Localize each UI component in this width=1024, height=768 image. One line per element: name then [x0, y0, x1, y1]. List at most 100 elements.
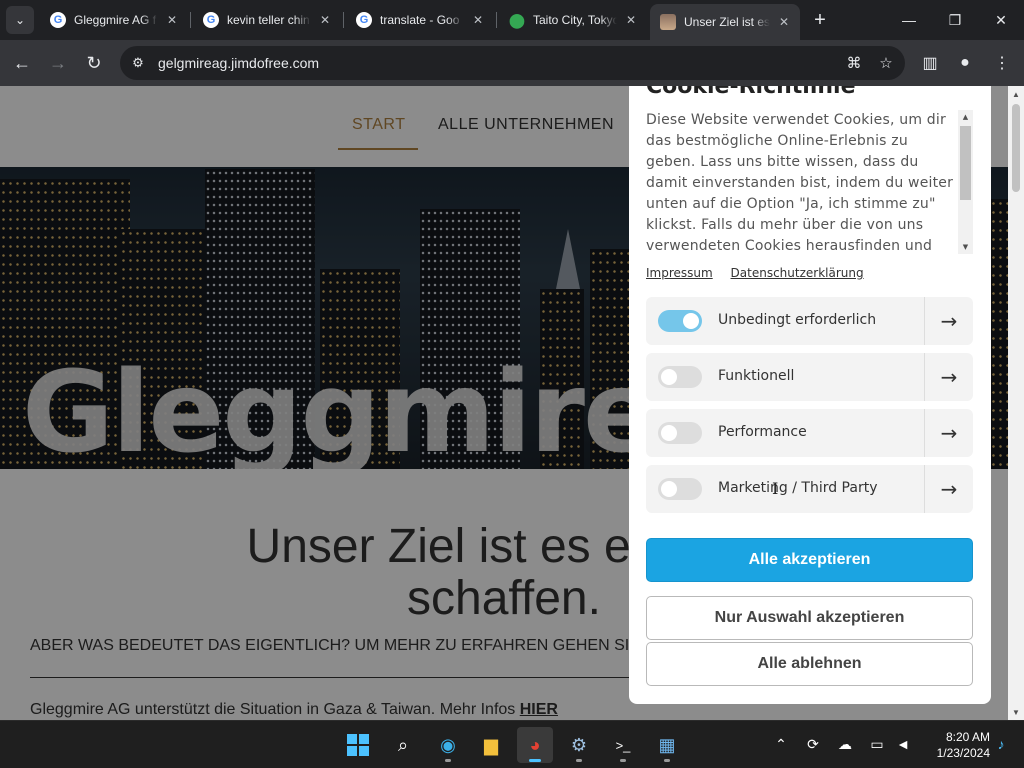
show-hidden-icons-button[interactable]: ⌃ — [770, 733, 792, 755]
browser-tab-3[interactable]: G translate - Goo ✕ — [346, 4, 494, 36]
cookie-text-box[interactable]: Diese Website verwendet Cookies, um dir … — [646, 110, 956, 254]
browser-tab-5-active[interactable]: Unser Ziel ist es ✕ — [650, 4, 800, 40]
settings-app[interactable]: ⚙ — [561, 727, 597, 763]
forward-button[interactable]: → — [44, 49, 72, 77]
browser-tab-1[interactable]: G Gleggmire AG f ✕ — [40, 4, 188, 36]
search-button[interactable]: ⌕ — [385, 727, 421, 763]
new-tab-button[interactable]: + — [808, 8, 832, 32]
restore-button[interactable]: ❐ — [932, 0, 978, 40]
translate-button[interactable]: ⌘ — [841, 50, 867, 76]
close-icon[interactable]: ✕ — [776, 14, 792, 30]
necessary-toggle[interactable] — [658, 310, 702, 332]
accept-selection-button[interactable]: Nur Auswahl akzeptieren — [646, 596, 973, 640]
start-button[interactable] — [340, 727, 376, 763]
address-bar[interactable]: ⚙ gelgmireag.jimdofree.com ⌘ ☆ — [120, 46, 905, 80]
app-running-indicator — [664, 759, 670, 762]
privacy-link[interactable]: Datenschutzerklärung — [731, 266, 864, 280]
category-details-button[interactable]: → — [924, 297, 973, 345]
minimize-icon: — — [902, 12, 916, 28]
chevron-down-icon: ⌄ — [14, 13, 26, 27]
google-icon: G — [50, 12, 66, 28]
volume-muted-icon: ◄ — [896, 736, 910, 752]
close-icon[interactable]: ✕ — [623, 12, 639, 28]
notification-bell-icon[interactable]: ♪ — [990, 733, 1012, 755]
close-icon[interactable]: ✕ — [164, 12, 180, 28]
scrollbar-thumb[interactable] — [960, 126, 971, 200]
chevron-up-icon: ⌃ — [775, 735, 787, 752]
browser-tab-4[interactable]: ⬤ Taito City, Tokyo ✕ — [499, 4, 647, 36]
translate-icon: ⌘ — [846, 55, 862, 72]
star-icon: ☆ — [879, 55, 893, 72]
back-button[interactable]: ← — [8, 49, 36, 77]
page-scrollbar[interactable]: ▲ ▼ — [1008, 86, 1024, 720]
arrow-left-icon: ← — [13, 52, 31, 73]
calculator-app[interactable]: ▦ — [649, 727, 685, 763]
site-photo-icon — [660, 14, 676, 30]
person-icon: ● — [960, 54, 970, 71]
url-text[interactable]: gelgmireag.jimdofree.com — [158, 55, 841, 71]
clock-date: 1/23/2024 — [936, 746, 990, 760]
reject-all-button[interactable]: Alle ablehnen — [646, 642, 973, 686]
folder-icon: ▆ — [484, 734, 498, 755]
search-icon: ⌕ — [397, 734, 409, 755]
minimize-button[interactable]: — — [886, 0, 932, 40]
scroll-up-icon[interactable]: ▲ — [958, 110, 973, 124]
scroll-up-icon[interactable]: ▲ — [1008, 86, 1024, 102]
scroll-down-icon[interactable]: ▼ — [1008, 704, 1024, 720]
profile-button[interactable]: ● — [953, 51, 977, 75]
arrow-right-icon: → — [940, 421, 958, 445]
reload-icon: ↻ — [86, 52, 102, 73]
terminal-app[interactable]: >_ — [605, 727, 641, 763]
category-label: Performance — [718, 424, 807, 440]
plus-icon: + — [814, 8, 826, 31]
close-icon[interactable]: ✕ — [470, 12, 486, 28]
close-icon: ✕ — [995, 11, 1007, 28]
edge-app[interactable]: ◉ — [430, 727, 466, 763]
tab-search-button[interactable]: ⌄ — [6, 6, 34, 34]
terminal-icon: >_ — [615, 737, 631, 753]
close-icon[interactable]: ✕ — [317, 12, 333, 28]
category-details-button[interactable]: → — [924, 409, 973, 457]
scrollbar-thumb[interactable] — [1012, 104, 1020, 192]
site-info-button[interactable]: ⚙ — [126, 51, 150, 75]
tune-icon: ⚙ — [132, 55, 144, 70]
marketing-toggle[interactable] — [658, 478, 702, 500]
arrow-right-icon: → — [940, 365, 958, 389]
system-clock[interactable]: 8:20 AM 1/23/2024 — [918, 729, 990, 761]
cookie-links: Impressum Datenschutzerklärung — [646, 266, 878, 280]
app-running-indicator — [529, 759, 541, 762]
bookmark-button[interactable]: ☆ — [873, 50, 899, 76]
calculator-icon: ▦ — [658, 734, 676, 755]
category-label: Marketing / Third Party — [718, 480, 878, 496]
close-window-button[interactable]: ✕ — [978, 0, 1024, 40]
imprint-link[interactable]: Impressum — [646, 266, 713, 280]
category-details-button[interactable]: → — [924, 465, 973, 513]
cookie-category-necessary: Unbedingt erforderlich → — [646, 297, 973, 345]
browser-tab-2[interactable]: G kevin teller chin ✕ — [193, 4, 341, 36]
functional-toggle[interactable] — [658, 366, 702, 388]
network-tray-button[interactable]: ▭ — [866, 733, 888, 755]
arrow-right-icon: → — [940, 477, 958, 501]
volume-tray-button[interactable]: ◄ — [892, 733, 914, 755]
menu-button[interactable]: ⋮ — [990, 51, 1014, 75]
accept-all-button[interactable]: Alle akzeptieren — [646, 538, 973, 582]
cookie-text-scrollbar[interactable]: ▲ ▼ — [958, 110, 973, 254]
toggle-knob — [683, 313, 699, 329]
page-viewport: START ALLE UNTERNEHMEN Gleggmire Unser Z… — [0, 86, 1024, 720]
toggle-knob — [661, 481, 677, 497]
edge-icon: ◉ — [440, 734, 456, 755]
reload-button[interactable]: ↻ — [80, 49, 108, 77]
browser-toolbar: ← → ↻ ⚙ gelgmireag.jimdofree.com ⌘ ☆ ▥ ●… — [0, 40, 1024, 86]
sync-tray-button[interactable]: ⟳ — [802, 733, 824, 755]
file-explorer-app[interactable]: ▆ — [473, 727, 509, 763]
onedrive-tray-button[interactable]: ☁ — [834, 733, 856, 755]
category-label: Unbedingt erforderlich — [718, 312, 877, 328]
maps-pin-icon: ⬤ — [509, 11, 525, 28]
performance-toggle[interactable] — [658, 422, 702, 444]
chrome-app[interactable]: ◕ — [517, 727, 553, 763]
side-panel-button[interactable]: ▥ — [918, 51, 942, 75]
category-details-button[interactable]: → — [924, 353, 973, 401]
scroll-down-icon[interactable]: ▼ — [958, 240, 973, 254]
clock-time: 8:20 AM — [945, 730, 990, 744]
google-icon: G — [356, 12, 372, 28]
